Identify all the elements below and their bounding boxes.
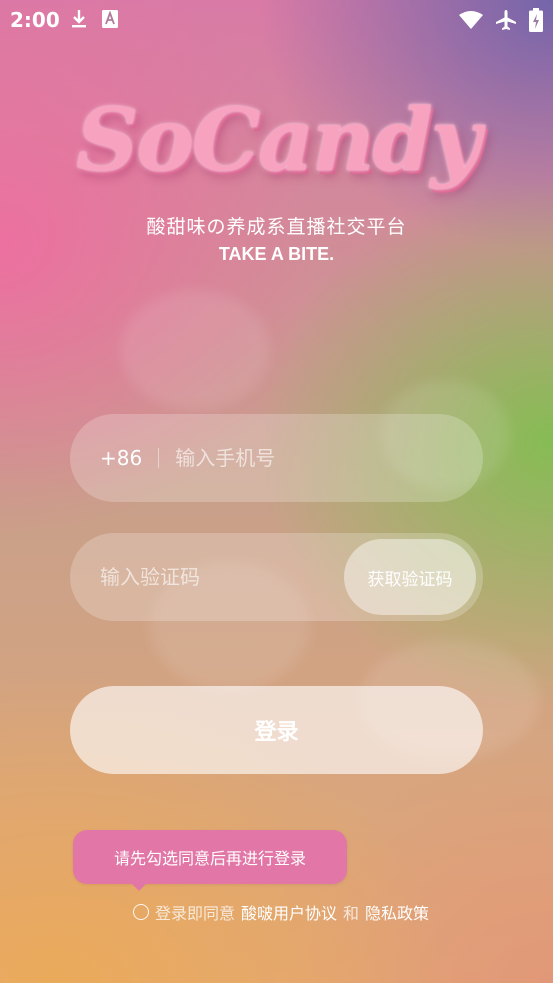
- agreement-checkbox[interactable]: [133, 904, 149, 920]
- battery-charging-icon: [529, 8, 543, 36]
- user-agreement-link[interactable]: 酸啵用户协议: [241, 900, 337, 924]
- privacy-policy-link[interactable]: 隐私政策: [365, 900, 429, 924]
- agreement-conjunction: 和: [343, 904, 360, 923]
- background-blob: [120, 290, 270, 410]
- wifi-icon: [459, 10, 483, 34]
- logo-text: SoCandy: [76, 90, 480, 191]
- app-logo: SoCandy: [75, 78, 480, 203]
- country-code[interactable]: +86: [100, 446, 142, 470]
- agreement-prefix: 登录即同意: [155, 904, 236, 923]
- phone-field[interactable]: +86: [70, 414, 483, 502]
- status-bar: 2:00: [0, 0, 553, 40]
- login-button[interactable]: 登录: [70, 686, 483, 774]
- code-input[interactable]: [100, 565, 300, 589]
- phone-input[interactable]: [175, 446, 416, 470]
- get-code-button[interactable]: 获取验证码: [344, 539, 476, 615]
- agreement-row: 登录即同意 酸啵用户协议 和 隐私政策: [133, 900, 435, 924]
- download-icon: [70, 9, 88, 33]
- tagline: 酸甜味の养成系直播社交平台: [146, 216, 407, 238]
- status-time: 2:00: [10, 8, 60, 32]
- tooltip-arrow: [131, 883, 147, 891]
- field-divider: [158, 448, 160, 468]
- airplane-icon: [495, 9, 517, 35]
- agreement-tooltip: 请先勾选同意后再进行登录: [73, 830, 347, 884]
- font-app-icon: [102, 10, 118, 32]
- slogan: TAKE A BITE.: [218, 244, 335, 264]
- code-field[interactable]: 获取验证码: [70, 533, 483, 621]
